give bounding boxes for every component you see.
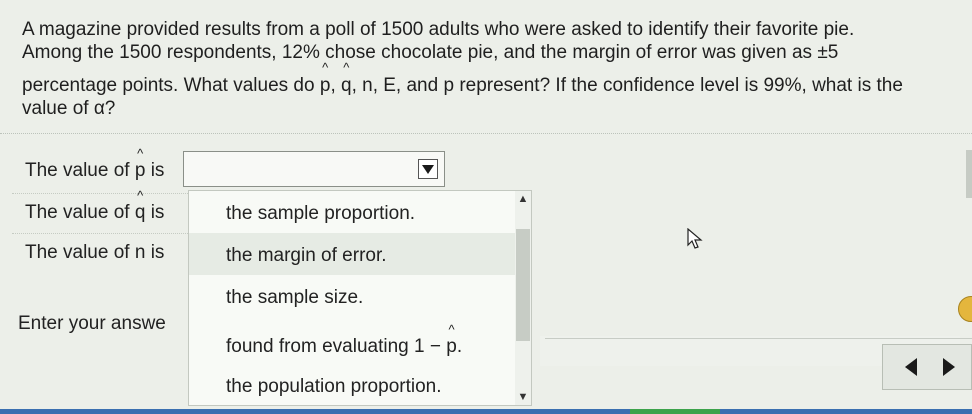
q-label-symbol: q	[135, 202, 146, 224]
p-hat-label: The value of p is	[25, 160, 164, 182]
help-button[interactable]	[958, 296, 972, 322]
dropdown-scrollbar[interactable]: ▲ ▼	[515, 191, 531, 405]
p-label-prefix: The value of	[25, 160, 135, 181]
option-sample-size[interactable]: the sample size.	[226, 287, 363, 309]
bottom-bar	[0, 409, 972, 414]
question-line-3b: , n, E, and p represent? If the confiden…	[351, 75, 903, 96]
question-divider	[0, 133, 972, 134]
navigation-buttons	[882, 344, 972, 390]
row-divider	[12, 193, 192, 194]
option-population-proportion[interactable]: the population proportion.	[226, 376, 442, 398]
question-line-2: Among the 1500 respondents, 12% chose ch…	[22, 42, 839, 63]
n-label: The value of n is	[25, 242, 165, 263]
q-hat-symbol: q	[341, 74, 352, 97]
row-divider	[12, 233, 192, 234]
q-label-prefix: The value of	[25, 202, 135, 223]
dropdown-list: the sample proportion. the margin of err…	[188, 190, 532, 406]
option-margin-of-error[interactable]: the margin of error.	[226, 245, 387, 267]
p-hat-select[interactable]	[183, 151, 445, 187]
question-line-3a: percentage points. What values do	[22, 75, 320, 96]
q-hat-label: The value of q is	[25, 202, 164, 224]
dropdown-arrow-icon[interactable]	[418, 159, 438, 179]
previous-arrow-icon[interactable]	[905, 358, 917, 376]
option-one-minus-p-hat[interactable]: found from evaluating 1 − p.	[226, 336, 462, 358]
question-line-4: value of α?	[22, 98, 116, 119]
bottom-progress	[630, 409, 720, 414]
p-label-suffix: is	[145, 160, 165, 181]
side-scroll-edge[interactable]	[966, 150, 972, 198]
comma: ,	[330, 75, 341, 96]
scroll-up-icon[interactable]: ▲	[515, 191, 531, 207]
p-hat-symbol: p	[320, 74, 331, 97]
answer-divider	[545, 338, 972, 339]
p-label-symbol: p	[135, 160, 146, 182]
question-line-3: percentage points. What values do p, q, …	[22, 74, 952, 97]
mouse-cursor-icon	[687, 228, 703, 249]
option-sample-proportion[interactable]: the sample proportion.	[226, 203, 415, 225]
option-4-prefix: found from evaluating 1 −	[226, 336, 447, 357]
enter-answer-label: Enter your answe	[18, 313, 166, 334]
question-line-1: A magazine provided results from a poll …	[22, 19, 855, 40]
q-label-suffix: is	[145, 202, 165, 223]
option-4-suffix: .	[456, 336, 463, 357]
scroll-down-icon[interactable]: ▼	[515, 389, 531, 405]
next-arrow-icon[interactable]	[943, 358, 955, 376]
option-4-symbol: p	[446, 336, 457, 358]
scroll-thumb[interactable]	[516, 229, 530, 341]
question-text: A magazine provided results from a poll …	[22, 18, 952, 120]
